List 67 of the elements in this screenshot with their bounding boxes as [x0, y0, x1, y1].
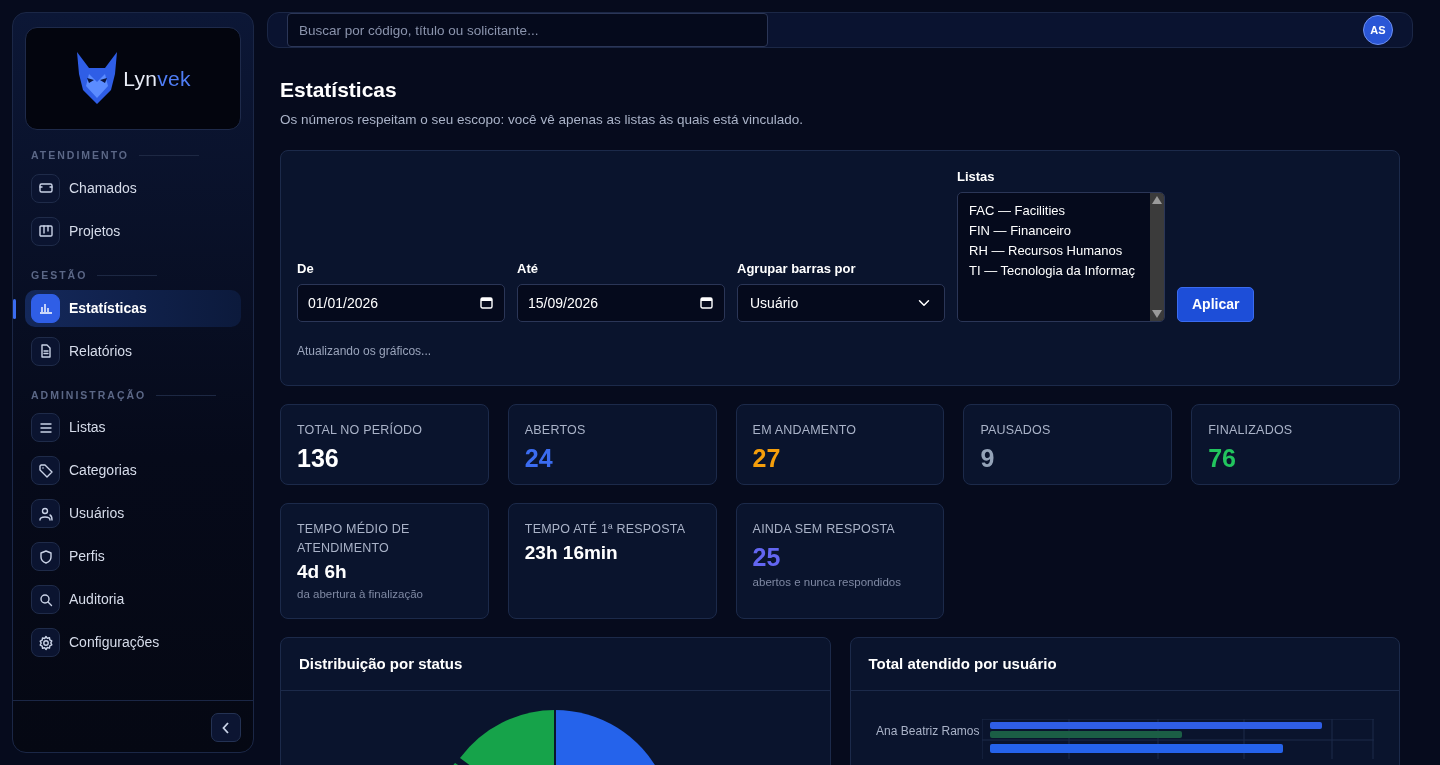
field-label: De — [297, 259, 315, 278]
page-subtitle: Os números respeitam o seu escopo: você vê apenas as listas às quais está vinculado. — [280, 110, 805, 129]
nav-item[interactable]: Perfis — [25, 538, 241, 576]
search-field[interactable]: Buscar por código, título ou solicitante... — [287, 13, 768, 47]
field-label: Listas — [957, 167, 996, 186]
stat-label: FINALIZADOS — [1208, 421, 1294, 439]
scroll-down-icon[interactable] — [1152, 310, 1162, 319]
bar-label: Ana Beatriz Ramos — [875, 723, 980, 741]
lists-listbox[interactable]: FAC — Facilities FIN — Financeiro RH — Recursos Humanos TI — Tecnologia da Informaç — [957, 192, 1165, 323]
scrollbar[interactable] — [1150, 193, 1164, 322]
date-field[interactable]: 01/01/2026 — [297, 284, 505, 323]
chart-title: Total atendido por usuário — [850, 637, 1399, 692]
nav-item[interactable]: Configurações — [25, 624, 241, 662]
logo-text: Lynvek — [123, 65, 191, 92]
settings-icon — [37, 634, 54, 651]
nav-item[interactable]: Usuários — [25, 495, 241, 533]
nav-item[interactable]: Auditoria — [25, 581, 241, 619]
chart-title: Distribuição por status — [281, 637, 830, 692]
kanban-icon — [37, 223, 54, 240]
field-label: Até — [517, 259, 539, 278]
nav-item[interactable]: Categorias — [25, 452, 241, 490]
shield-icon — [37, 548, 54, 565]
stat-value: 27 — [752, 442, 782, 473]
stat-note: abertos e nunca respondidos — [752, 574, 902, 590]
chevron-left-icon — [222, 721, 230, 734]
list-option[interactable]: FAC — Facilities — [969, 201, 1150, 222]
date-field[interactable]: 15/09/2026 — [517, 284, 725, 323]
stat-value: 76 — [1208, 442, 1237, 473]
page-title: Estatísticas — [280, 77, 398, 103]
stat-label: TEMPO ATÉ 1ª RESPOSTA — [524, 520, 687, 538]
section-heading: ATENDIMENTO — [31, 148, 241, 164]
stat-label: TOTAL NO PERÍODO — [297, 421, 424, 439]
nav-item[interactable]: Relatórios — [25, 332, 241, 370]
list-option[interactable]: RH — Recursos Humanos — [969, 241, 1150, 262]
list-option[interactable]: TI — Tecnologia da Informaç — [969, 261, 1150, 282]
section-heading: GESTÃO — [31, 267, 241, 284]
stat-value: 25 — [752, 541, 782, 572]
calendar-icon — [700, 296, 713, 310]
stat-value: 4d 6h — [297, 559, 348, 584]
nav-item[interactable]: Projetos — [25, 212, 241, 250]
status-text: Atualizando os gráficos... — [297, 343, 433, 361]
stat-label: TEMPO MÉDIO DE ATENDIMENTO — [297, 520, 411, 557]
stat-label: EM ANDAMENTO — [752, 421, 858, 439]
nav-item[interactable]: Chamados — [25, 169, 241, 207]
nav-item[interactable]: Listas — [25, 409, 241, 447]
stat-label: AINDA SEM RESPOSTA — [752, 520, 896, 538]
active-indicator — [13, 298, 16, 319]
section-heading: ADMINISTRAÇÃO — [31, 387, 241, 404]
scroll-up-icon[interactable] — [1152, 196, 1162, 205]
user-avatar[interactable]: AS — [1363, 15, 1393, 45]
stat-note: da abertura à finalização — [297, 586, 424, 602]
search-icon — [37, 591, 54, 608]
calendar-icon — [480, 296, 493, 310]
stat-value: 23h 16min — [524, 540, 619, 565]
stat-label: PAUSADOS — [980, 421, 1052, 439]
stat-value: 9 — [980, 442, 996, 473]
tag-icon — [37, 462, 54, 479]
stat-value: 24 — [524, 442, 554, 473]
stat-label: ABERTOS — [524, 421, 587, 439]
group-by-select[interactable]: Usuário — [737, 284, 945, 323]
stat-value: 136 — [297, 442, 340, 473]
collapse-button[interactable] — [211, 713, 241, 742]
list-option[interactable]: FIN — Financeiro — [969, 221, 1150, 242]
users-icon — [37, 505, 54, 522]
field-label: Agrupar barras por — [737, 259, 857, 278]
apply-button[interactable]: Aplicar — [1177, 287, 1255, 323]
lynx-head-icon — [75, 51, 120, 106]
